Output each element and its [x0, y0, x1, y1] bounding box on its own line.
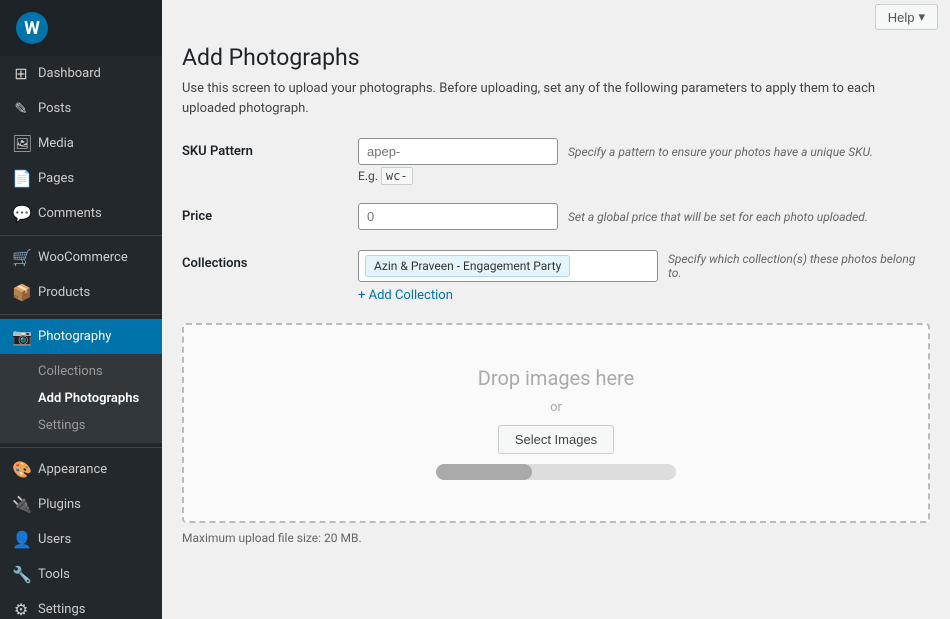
sidebar-logo: W [0, 0, 162, 56]
help-button[interactable]: Help ▾ [875, 4, 938, 30]
collection-field-wrap[interactable]: Azin & Praveen - Engagement Party [358, 250, 658, 282]
sidebar-item-label: Products [38, 285, 90, 300]
main-content: Help ▾ Add Photographs Use this screen t… [162, 0, 950, 619]
sidebar-item-label: Comments [38, 206, 102, 221]
sidebar-item-woocommerce[interactable]: 🛒 WooCommerce [0, 240, 162, 275]
add-collection-link[interactable]: + Add Collection [358, 288, 453, 303]
wp-logo: W [16, 12, 48, 44]
sidebar-item-photography[interactable]: 📷 Photography [0, 319, 162, 354]
price-row: Price Set a global price that will be se… [182, 203, 930, 230]
upload-limit: Maximum upload file size: 20 MB. [182, 531, 930, 545]
sidebar-item-plugins[interactable]: 🔌 Plugins [0, 487, 162, 522]
collections-hint: Specify which collection(s) these photos… [668, 252, 930, 280]
posts-icon: ✎ [12, 99, 30, 118]
pages-icon: 📄 [12, 169, 30, 188]
collections-field: Azin & Praveen - Engagement Party Specif… [358, 250, 930, 303]
collection-tag: Azin & Praveen - Engagement Party [365, 255, 570, 277]
drop-zone-text: Drop images here [478, 366, 635, 390]
sidebar-item-label: Plugins [38, 497, 81, 512]
collections-row: Collections Azin & Praveen - Engagement … [182, 250, 930, 303]
sidebar-item-label: WooCommerce [38, 250, 128, 265]
sidebar-item-label: Pages [38, 171, 74, 186]
plugins-icon: 🔌 [12, 495, 30, 514]
sku-pattern-row: SKU Pattern Specify a pattern to ensure … [182, 138, 930, 183]
sidebar-item-settings[interactable]: Settings [0, 412, 162, 439]
price-label: Price [182, 203, 342, 224]
collections-label: Collections [182, 250, 342, 271]
sidebar-item-media[interactable]: 🖼 Media [0, 126, 162, 161]
settings-icon: ⚙ [12, 600, 30, 619]
dashboard-icon: ⊞ [12, 64, 30, 83]
sku-hint: Specify a pattern to ensure your photos … [568, 145, 873, 159]
sku-example-code: wc- [381, 167, 413, 185]
sidebar-item-users[interactable]: 👤 Users [0, 522, 162, 557]
sidebar-item-tools[interactable]: 🔧 Tools [0, 557, 162, 592]
sku-label: SKU Pattern [182, 138, 342, 159]
sidebar-item-label: Settings [38, 602, 85, 617]
price-input[interactable] [358, 203, 558, 230]
price-field: Set a global price that will be set for … [358, 203, 930, 230]
sidebar-item-dashboard[interactable]: ⊞ Dashboard [0, 56, 162, 91]
page-description: Use this screen to upload your photograp… [182, 79, 930, 118]
sidebar-item-appearance[interactable]: 🎨 Appearance [0, 452, 162, 487]
sidebar-item-posts[interactable]: ✎ Posts [0, 91, 162, 126]
sidebar: W ⊞ Dashboard ✎ Posts 🖼 Media 📄 Pages 💬 … [0, 0, 162, 619]
topbar: Help ▾ [162, 0, 950, 34]
sidebar-item-comments[interactable]: 💬 Comments [0, 196, 162, 231]
drop-zone[interactable]: Drop images here or Select Images [182, 323, 930, 523]
sidebar-item-label: Dashboard [38, 66, 101, 81]
sku-field: Specify a pattern to ensure your photos … [358, 138, 930, 183]
help-chevron-icon: ▾ [918, 9, 925, 25]
photography-icon: 📷 [12, 327, 30, 346]
tools-icon: 🔧 [12, 565, 30, 584]
sidebar-item-label: Users [38, 532, 71, 547]
progress-bar-fill [436, 464, 532, 480]
sidebar-item-label: Photography [38, 329, 111, 344]
sidebar-item-label: Posts [38, 101, 71, 116]
comments-icon: 💬 [12, 204, 30, 223]
sidebar-item-add-photographs[interactable]: Add Photographs [0, 385, 162, 412]
sidebar-item-label: Media [38, 136, 74, 151]
drop-zone-or: or [550, 400, 562, 415]
sidebar-item-settings-main[interactable]: ⚙ Settings [0, 592, 162, 619]
page-title: Add Photographs [182, 44, 930, 71]
sidebar-item-pages[interactable]: 📄 Pages [0, 161, 162, 196]
users-icon: 👤 [12, 530, 30, 549]
price-hint: Set a global price that will be set for … [568, 210, 868, 224]
sidebar-item-label: Appearance [38, 462, 107, 477]
sku-input[interactable] [358, 138, 558, 165]
media-icon: 🖼 [12, 134, 30, 153]
appearance-icon: 🎨 [12, 460, 30, 479]
sidebar-item-collections[interactable]: Collections [0, 358, 162, 385]
photography-submenu: Collections Add Photographs Settings [0, 354, 162, 443]
progress-bar [436, 464, 676, 480]
sku-example: E.g. wc- [358, 169, 930, 183]
sidebar-item-label: Tools [38, 567, 70, 582]
select-images-button[interactable]: Select Images [498, 425, 614, 454]
products-icon: 📦 [12, 283, 30, 302]
content-area: Add Photographs Use this screen to uploa… [162, 34, 950, 565]
sidebar-item-products[interactable]: 📦 Products [0, 275, 162, 310]
woocommerce-icon: 🛒 [12, 248, 30, 267]
